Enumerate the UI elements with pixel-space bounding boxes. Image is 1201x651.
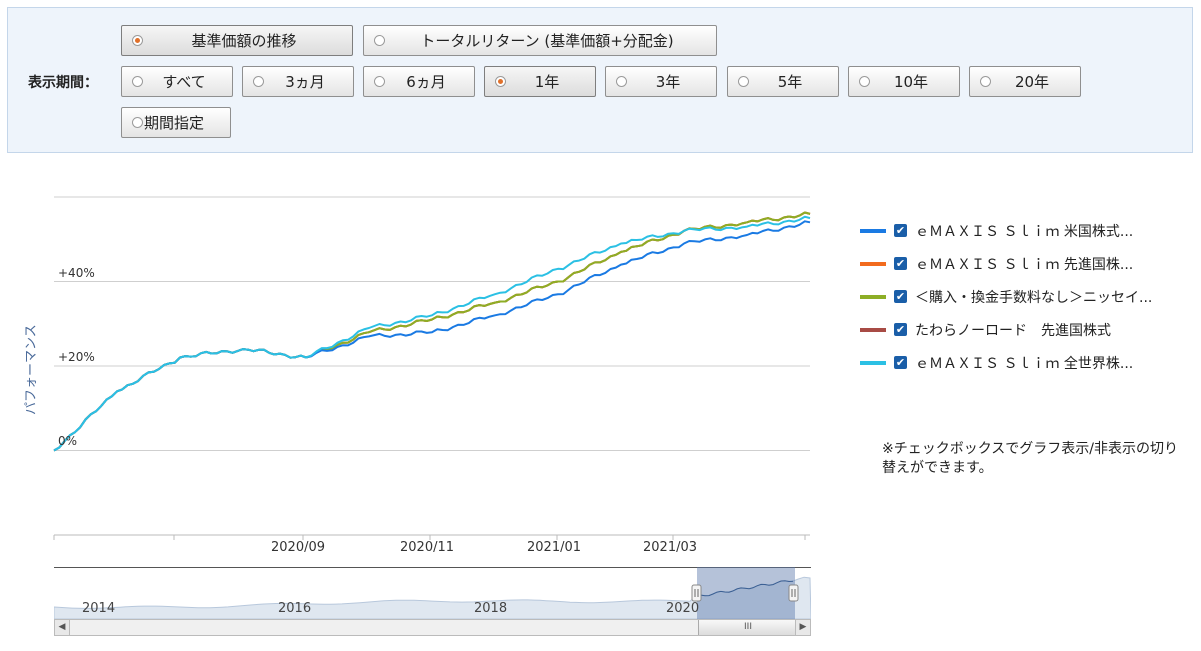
legend-swatch <box>860 228 886 233</box>
legend-item-emaxis-us[interactable]: ✔ ｅＭＡＸＩＳ Ｓｌｉｍ 米国株式... <box>860 214 1152 247</box>
period-20y-button[interactable]: 20年 <box>969 66 1081 97</box>
checkbox-checked-icon[interactable]: ✔ <box>894 323 907 336</box>
legend-label: たわらノーロード 先進国株式 <box>915 322 1111 339</box>
period-custom-button[interactable]: 期間指定 <box>121 107 231 138</box>
mode-nav-label: 基準価額の推移 <box>191 32 297 50</box>
radio-selected-icon <box>495 76 506 87</box>
legend-swatch <box>860 261 886 266</box>
legend-swatch <box>860 294 886 299</box>
legend-item-tawara[interactable]: ✔ たわらノーロード 先進国株式 <box>860 313 1152 346</box>
chart-legend: ✔ ｅＭＡＸＩＳ Ｓｌｉｍ 米国株式... ✔ ｅＭＡＸＩＳ Ｓｌｉｍ 先進国株… <box>860 214 1152 379</box>
y-tick-label: +40% <box>58 266 95 280</box>
navigator-selection[interactable] <box>697 567 795 619</box>
scroll-right-arrow-icon[interactable]: ▶ <box>795 620 810 635</box>
radio-selected-icon <box>132 35 143 46</box>
legend-swatch <box>860 360 886 365</box>
scroll-left-arrow-icon[interactable]: ◀ <box>55 620 70 635</box>
navigator-year-label: 2020 <box>666 601 700 616</box>
y-tick-label: +20% <box>58 350 95 364</box>
legend-item-nissay[interactable]: ✔ ＜購入・換金手数料なし＞ニッセイ... <box>860 280 1152 313</box>
legend-item-emaxis-developed[interactable]: ✔ ｅＭＡＸＩＳ Ｓｌｉｍ 先進国株... <box>860 247 1152 280</box>
radio-icon <box>980 76 991 87</box>
mode-nav-button[interactable]: 基準価額の推移 <box>121 25 353 56</box>
mode-total-return-button[interactable]: トータルリターン (基準価額+分配金) <box>363 25 717 56</box>
radio-icon <box>374 35 385 46</box>
radio-icon <box>374 76 385 87</box>
mode-total-return-label: トータルリターン (基準価額+分配金) <box>420 32 674 50</box>
navigator-left-handle[interactable] <box>691 584 702 602</box>
legend-label: ｅＭＡＸＩＳ Ｓｌｉｍ 米国株式... <box>915 223 1134 240</box>
period-3m-button[interactable]: 3ヵ月 <box>242 66 354 97</box>
performance-chart <box>53 196 811 540</box>
checkbox-checked-icon[interactable]: ✔ <box>894 224 907 237</box>
legend-note: ※チェックボックスでグラフ表示/非表示の切り替えができます。 <box>882 441 1179 476</box>
legend-label: ｅＭＡＸＩＳ Ｓｌｉｍ 先進国株... <box>915 256 1134 273</box>
period-6m-button[interactable]: 6ヵ月 <box>363 66 475 97</box>
checkbox-checked-icon[interactable]: ✔ <box>894 257 907 270</box>
x-tick-label: 2020/09 <box>271 540 326 555</box>
navigator-year-label: 2018 <box>474 601 508 616</box>
radio-icon <box>616 76 627 87</box>
checkbox-checked-icon[interactable]: ✔ <box>894 290 907 303</box>
scrollbar-thumb[interactable]: III <box>698 620 798 635</box>
period-label: 表示期間： <box>28 75 98 91</box>
radio-icon <box>132 76 143 87</box>
legend-label: ｅＭＡＸＩＳ Ｓｌｉｍ 全世界株... <box>915 355 1134 372</box>
navigator-year-label: 2016 <box>278 601 312 616</box>
radio-icon <box>738 76 749 87</box>
x-tick-label: 2021/03 <box>643 540 698 555</box>
radio-icon <box>859 76 870 87</box>
navigator-year-label: 2014 <box>82 601 116 616</box>
series-lines <box>53 211 811 452</box>
radio-icon <box>132 117 143 128</box>
period-1y-button[interactable]: 1年 <box>484 66 596 97</box>
y-axis-title: パフォーマンス <box>24 324 39 415</box>
grid-lines <box>53 196 810 540</box>
x-tick-label: 2021/01 <box>527 540 582 555</box>
radio-icon <box>253 76 264 87</box>
checkbox-checked-icon[interactable]: ✔ <box>894 356 907 369</box>
x-tick-label: 2020/11 <box>400 540 455 555</box>
legend-item-emaxis-allworld[interactable]: ✔ ｅＭＡＸＩＳ Ｓｌｉｍ 全世界株... <box>860 346 1152 379</box>
series-line-4 <box>53 215 811 452</box>
y-tick-label: 0% <box>58 434 78 448</box>
legend-swatch <box>860 327 886 332</box>
period-all-button[interactable]: すべて <box>121 66 233 97</box>
period-3y-button[interactable]: 3年 <box>605 66 717 97</box>
legend-label: ＜購入・換金手数料なし＞ニッセイ... <box>915 289 1153 306</box>
period-5y-button[interactable]: 5年 <box>727 66 839 97</box>
navigator-right-handle[interactable] <box>788 584 799 602</box>
period-10y-button[interactable]: 10年 <box>848 66 960 97</box>
navigator-scrollbar[interactable]: ◀ III ▶ <box>54 619 811 636</box>
series-line-0 <box>53 220 811 452</box>
